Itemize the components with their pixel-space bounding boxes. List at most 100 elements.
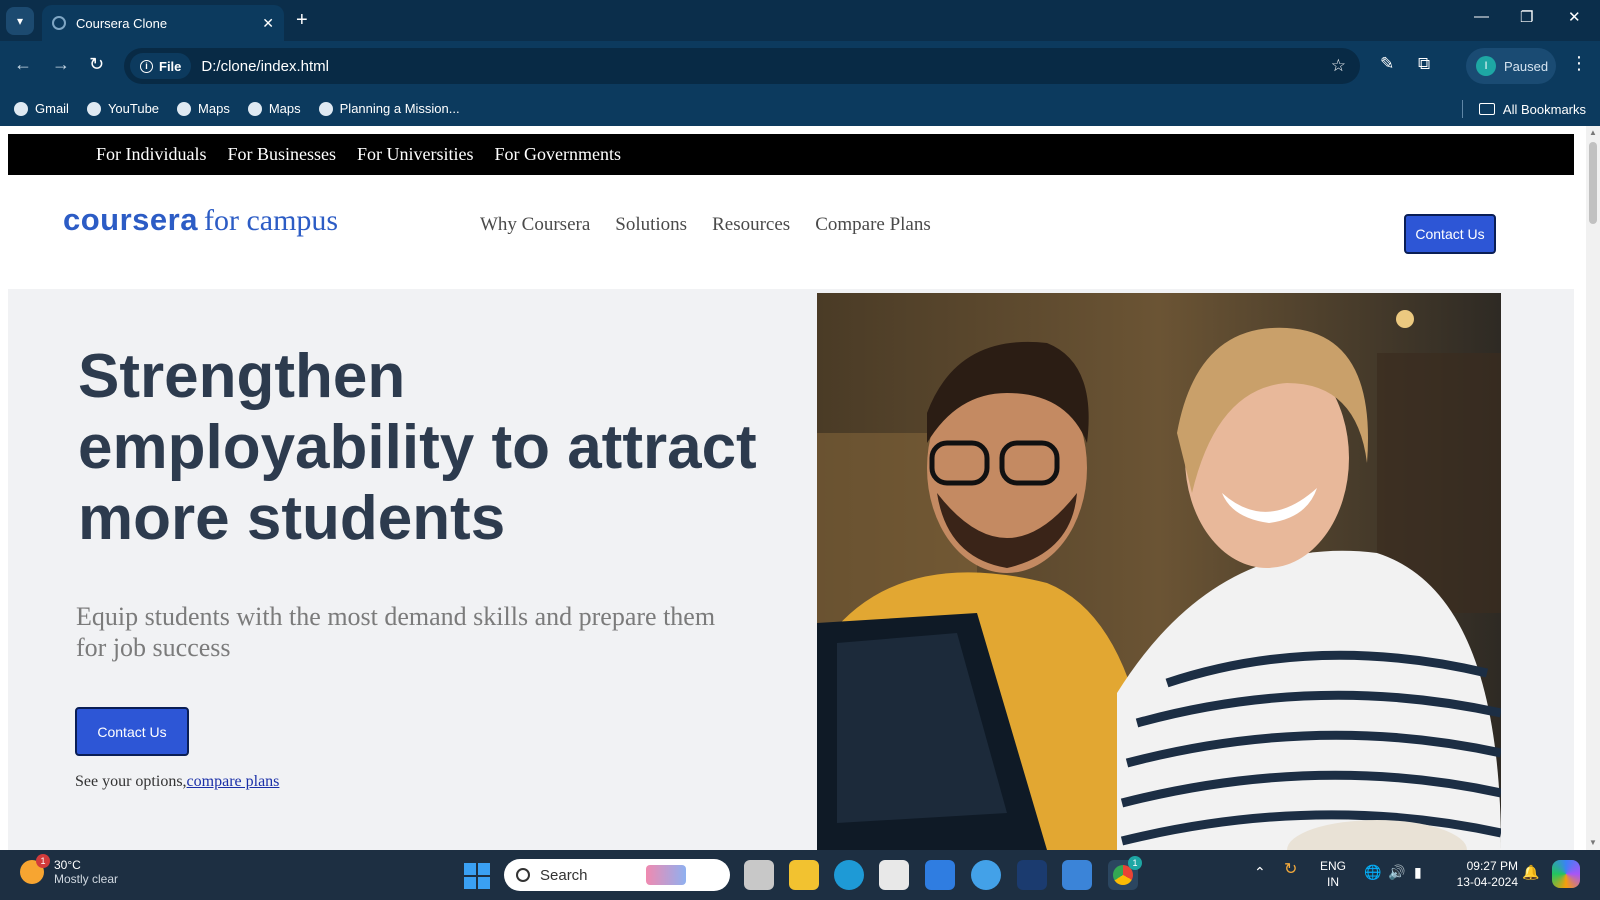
pen-icon[interactable]: ✎ <box>1380 54 1394 74</box>
copilot-icon[interactable] <box>1552 860 1580 888</box>
close-icon[interactable]: ✕ <box>262 15 274 32</box>
header-contact-button[interactable]: Contact Us <box>1404 214 1496 254</box>
weather-widget[interactable]: 1 30°C Mostly clear <box>20 854 119 886</box>
nav-why-coursera[interactable]: Why Coursera <box>480 214 590 236</box>
bookmark-label: Maps <box>268 101 301 116</box>
back-icon[interactable]: ← <box>14 54 32 75</box>
weather-badge: 1 <box>36 854 50 868</box>
bookmark-label: Maps <box>198 101 230 116</box>
hero-image <box>817 293 1501 850</box>
logo-brand: coursera <box>63 202 198 237</box>
forward-icon[interactable]: → <box>52 54 70 75</box>
clock-date: 13-04-2024 <box>1456 875 1518 889</box>
bookmark-maps[interactable]: Maps <box>177 101 230 116</box>
language-indicator[interactable]: ENG IN <box>1320 858 1346 890</box>
new-tab-button[interactable]: + <box>296 9 308 32</box>
notepad-icon[interactable] <box>1062 860 1092 890</box>
bookmark-label: Gmail <box>35 101 69 116</box>
site-info-label: File <box>159 58 182 74</box>
notification-bell-icon[interactable]: 🔔 <box>1522 864 1539 880</box>
globe-icon <box>247 101 262 116</box>
globe-icon <box>14 101 28 116</box>
globe-icon <box>177 101 192 116</box>
url-text[interactable]: D:/clone/index.html <box>201 58 1330 75</box>
task-view-icon[interactable] <box>744 860 774 890</box>
site-info-chip[interactable]: i File <box>130 53 192 79</box>
hero-title: Strengthen employability to attract more… <box>78 342 757 553</box>
compare-plans-link[interactable]: compare plans <box>187 773 280 790</box>
logo[interactable]: coursera for campus <box>63 202 338 238</box>
logo-suffix: for campus <box>203 204 339 237</box>
bookmark-label: Planning a Mission... <box>339 101 460 116</box>
minimize-icon[interactable]: — <box>1474 8 1489 25</box>
scroll-thumb[interactable] <box>1589 142 1597 224</box>
folder-icon <box>1478 103 1495 115</box>
nav-compare-plans[interactable]: Compare Plans <box>815 214 931 236</box>
nav-resources[interactable]: Resources <box>712 214 790 236</box>
hero-contact-button[interactable]: Contact Us <box>75 707 189 756</box>
hero-image-illustration <box>817 293 1501 850</box>
browser-app-icon[interactable] <box>971 860 1001 890</box>
chevron-up-icon[interactable]: ⌃ <box>1254 864 1266 880</box>
store-icon[interactable] <box>879 860 909 890</box>
hero-subtitle: Equip students with the most demand skil… <box>76 602 716 662</box>
battery-icon[interactable]: ▮ <box>1414 864 1422 880</box>
search-placeholder: Search <box>540 866 588 884</box>
address-bar[interactable]: i File D:/clone/index.html ☆ <box>124 48 1360 84</box>
tab-search-button[interactable]: ▾ <box>6 7 34 35</box>
edge-icon[interactable] <box>834 860 864 890</box>
weather-sun-icon: 1 <box>20 854 50 884</box>
clock-time: 09:27 PM <box>1466 859 1518 873</box>
scroll-up-icon[interactable]: ▲ <box>1589 128 1597 137</box>
taskbar-search[interactable]: Search <box>504 859 730 891</box>
link-for-universities[interactable]: For Universities <box>357 144 474 165</box>
close-window-icon[interactable]: ✕ <box>1568 8 1581 26</box>
all-bookmarks-label: All Bookmarks <box>1502 101 1586 117</box>
mhp-app-icon[interactable] <box>925 860 955 890</box>
profile-status: Paused <box>1504 58 1549 74</box>
bookmark-label: YouTube <box>107 101 160 116</box>
audience-bar: For Individuals For Businesses For Unive… <box>8 134 1574 175</box>
page-viewport: For Individuals For Businesses For Unive… <box>0 126 1586 850</box>
tab-title: Coursera Clone <box>76 15 168 31</box>
bookmark-gmail[interactable]: Gmail <box>14 101 69 116</box>
all-bookmarks-button[interactable]: All Bookmarks <box>1461 100 1586 118</box>
tab-strip: ▾ Coursera Clone ✕ + — ❐ ✕ <box>0 0 1600 41</box>
region-code: IN <box>1327 875 1339 889</box>
temperature: 30°C <box>54 858 81 872</box>
language-code: ENG <box>1320 859 1347 873</box>
search-icon <box>516 868 530 882</box>
volume-icon[interactable]: 🔊 <box>1388 864 1405 880</box>
restore-icon[interactable]: ❐ <box>1520 8 1533 26</box>
windows-taskbar: 1 30°C Mostly clear Search 1 ⌃ ↻ ENG IN … <box>0 850 1600 900</box>
vscode-icon[interactable] <box>1017 860 1047 890</box>
profile-button[interactable]: I Paused <box>1466 48 1556 84</box>
file-explorer-icon[interactable] <box>789 860 819 890</box>
link-for-individuals[interactable]: For Individuals <box>96 144 207 165</box>
chrome-icon[interactable]: 1 <box>1108 856 1142 890</box>
clock[interactable]: 09:27 PM 13-04-2024 <box>1448 858 1518 890</box>
link-for-businesses[interactable]: For Businesses <box>228 144 337 165</box>
bookmark-youtube[interactable]: YouTube <box>86 101 160 116</box>
scroll-down-icon[interactable]: ▼ <box>1589 838 1597 847</box>
network-icon[interactable]: 🌐 <box>1364 864 1381 880</box>
main-nav: Why Coursera Solutions Resources Compare… <box>480 214 956 236</box>
sync-icon[interactable]: ↻ <box>1284 862 1297 878</box>
page-scrollbar[interactable]: ▲ ▼ <box>1586 126 1600 850</box>
divider <box>1461 100 1463 118</box>
bookmark-star-icon[interactable]: ☆ <box>1331 56 1346 76</box>
extensions-icon[interactable]: ⧉ <box>1418 54 1430 74</box>
bookmark-maps-2[interactable]: Maps <box>247 101 301 116</box>
tab-active[interactable]: Coursera Clone ✕ <box>42 5 284 41</box>
info-icon: i <box>140 59 153 73</box>
browser-chrome: ▾ Coursera Clone ✕ + — ❐ ✕ ← → ↻ i File … <box>0 0 1600 126</box>
reload-icon[interactable]: ↻ <box>89 54 104 75</box>
globe-icon <box>318 101 333 116</box>
bookmark-planning-mission[interactable]: Planning a Mission... <box>318 101 460 116</box>
avatar: I <box>1476 56 1496 76</box>
link-for-governments[interactable]: For Governments <box>495 144 621 165</box>
weather-condition: Mostly clear <box>54 872 119 886</box>
menu-kebab-icon[interactable]: ⋮ <box>1570 53 1588 74</box>
nav-solutions[interactable]: Solutions <box>615 214 687 236</box>
windows-start-icon[interactable] <box>464 863 490 889</box>
